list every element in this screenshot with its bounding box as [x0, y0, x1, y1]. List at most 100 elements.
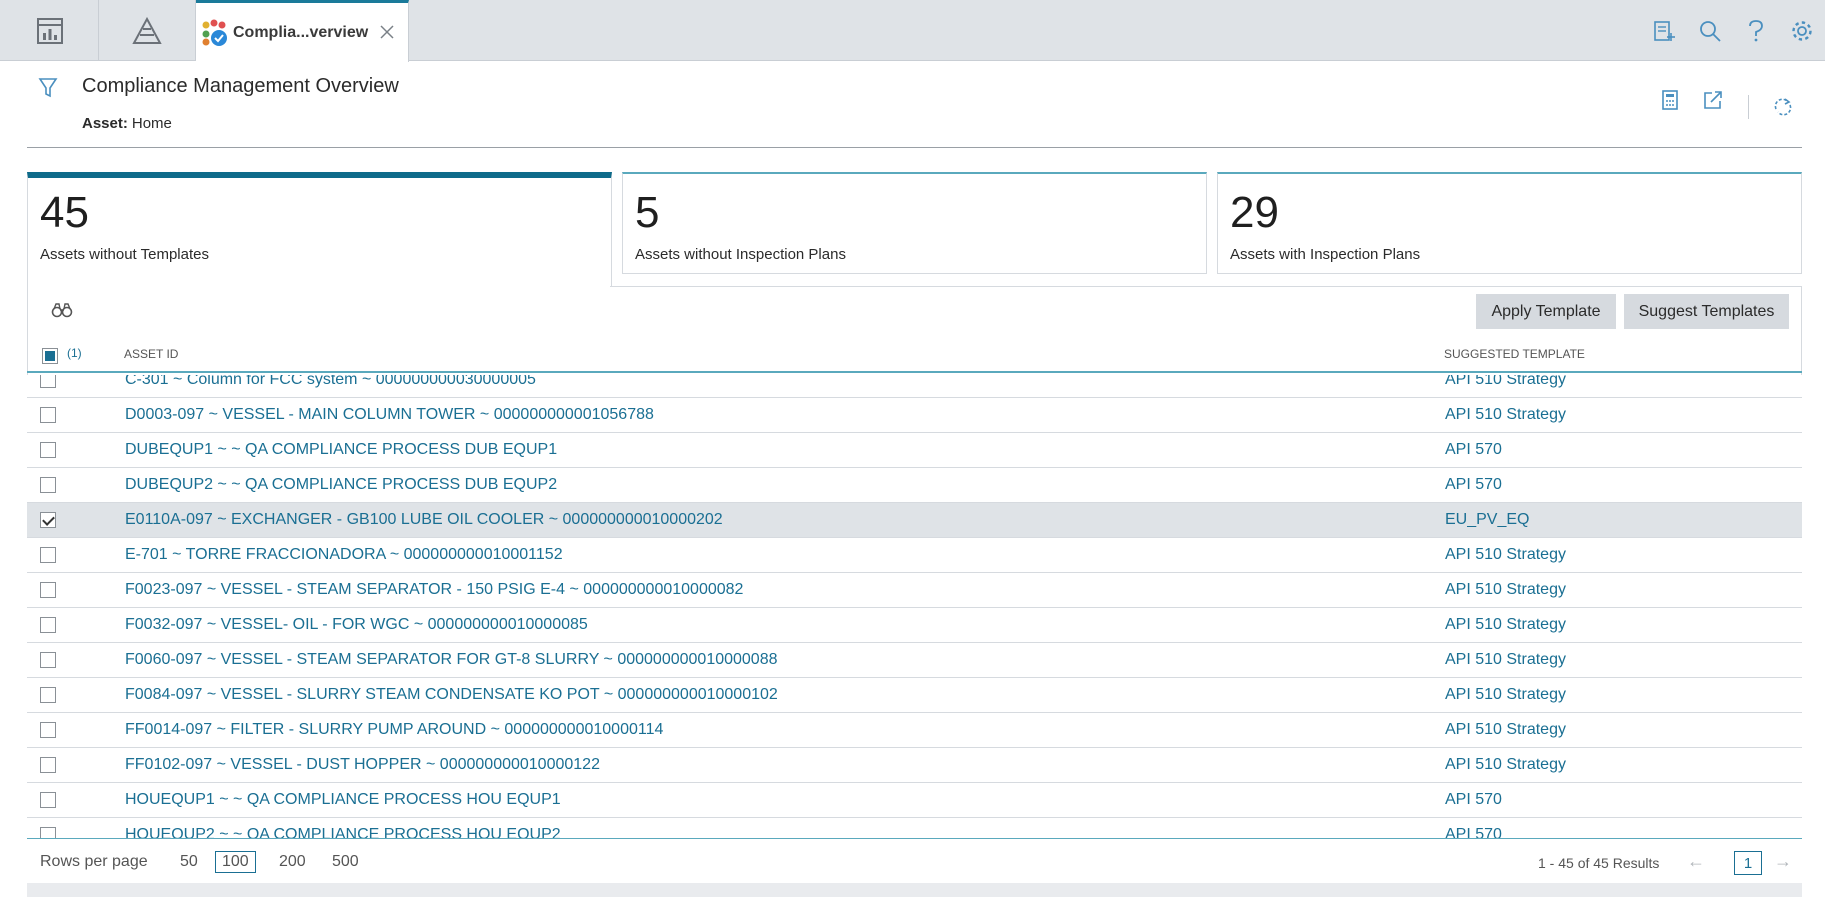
- row-checkbox[interactable]: [40, 617, 56, 633]
- suggested-template-link[interactable]: API 570: [1445, 476, 1502, 494]
- suggested-template-link[interactable]: API 510 Strategy: [1445, 375, 1566, 389]
- asset-value[interactable]: Home: [132, 115, 172, 132]
- asset-hierarchy-nav-button[interactable]: [99, 0, 196, 61]
- asset-id-link[interactable]: C-301 ~ Column for FCC system ~ 00000000…: [125, 375, 536, 389]
- asset-id-link[interactable]: DUBEQUP1 ~ ~ QA COMPLIANCE PROCESS DUB E…: [125, 441, 557, 459]
- column-header-asset-id[interactable]: ASSET ID: [124, 347, 178, 361]
- asset-id-link[interactable]: D0003-097 ~ VESSEL - MAIN COLUMN TOWER ~…: [125, 406, 654, 424]
- suggest-templates-button[interactable]: Suggest Templates: [1624, 294, 1789, 329]
- table-row[interactable]: FF0014-097 ~ FILTER - SLURRY PUMP AROUND…: [27, 713, 1802, 748]
- row-checkbox[interactable]: [40, 792, 56, 808]
- suggested-template-link[interactable]: API 510 Strategy: [1445, 686, 1566, 704]
- table-row[interactable]: FF0102-097 ~ VESSEL - DUST HOPPER ~ 0000…: [27, 748, 1802, 783]
- help-icon: [1749, 19, 1763, 41]
- asset-id-link[interactable]: E0110A-097 ~ EXCHANGER - GB100 LUBE OIL …: [125, 511, 723, 529]
- suggested-template-link[interactable]: API 570: [1445, 441, 1502, 459]
- table-row[interactable]: F0084-097 ~ VESSEL - SLURRY STEAM CONDEN…: [27, 678, 1802, 713]
- apply-template-button[interactable]: Apply Template: [1476, 294, 1616, 329]
- kpi-card-assets-with-inspection-plans[interactable]: 29 Assets with Inspection Plans: [1217, 172, 1802, 274]
- help-button[interactable]: [1733, 11, 1779, 51]
- suggested-template-link[interactable]: API 510 Strategy: [1445, 581, 1566, 599]
- asset-id-link[interactable]: FF0014-097 ~ FILTER - SLURRY PUMP AROUND…: [125, 721, 663, 739]
- asset-id-link[interactable]: HOUEQUP1 ~ ~ QA COMPLIANCE PROCESS HOU E…: [125, 791, 561, 809]
- suggested-template-link[interactable]: API 510 Strategy: [1445, 616, 1566, 634]
- column-header-suggested-template[interactable]: SUGGESTED TEMPLATE: [1444, 347, 1585, 361]
- row-checkbox[interactable]: [40, 827, 56, 838]
- prev-page-arrow-icon[interactable]: ←: [1687, 851, 1705, 872]
- rows-per-page-label: Rows per page: [40, 853, 148, 870]
- row-checkbox[interactable]: [40, 652, 56, 668]
- table-row[interactable]: E-701 ~ TORRE FRACCIONADORA ~ 0000000000…: [27, 538, 1802, 573]
- asset-id-link[interactable]: F0060-097 ~ VESSEL - STEAM SEPARATOR FOR…: [125, 651, 778, 669]
- rows-option-50[interactable]: 50: [180, 853, 198, 871]
- asset-id-link[interactable]: FF0102-097 ~ VESSEL - DUST HOPPER ~ 0000…: [125, 756, 600, 774]
- suggested-template-link[interactable]: API 510 Strategy: [1445, 756, 1566, 774]
- asset-id-link[interactable]: HOUEQUP2 ~ ~ QA COMPLIANCE PROCESS HOU E…: [125, 826, 561, 838]
- kpi-label: Assets with Inspection Plans: [1230, 246, 1421, 263]
- calculator-icon[interactable]: [1658, 88, 1682, 112]
- external-link-icon[interactable]: [1701, 88, 1725, 112]
- tab-label: Complia...verview: [233, 23, 369, 41]
- table-row[interactable]: F0060-097 ~ VESSEL - STEAM SEPARATOR FOR…: [27, 643, 1802, 678]
- gear-icon: [1792, 20, 1812, 41]
- page-title: Compliance Management Overview: [82, 75, 399, 97]
- row-checkbox[interactable]: [40, 407, 56, 423]
- row-checkbox[interactable]: [40, 442, 56, 458]
- filter-icon[interactable]: [38, 77, 58, 99]
- suggested-template-link[interactable]: API 570: [1445, 791, 1502, 809]
- search-icon: [1700, 20, 1721, 42]
- row-checkbox[interactable]: [40, 582, 56, 598]
- rows-option-200[interactable]: 200: [279, 853, 306, 871]
- row-checkbox[interactable]: [40, 477, 56, 493]
- suggested-template-link[interactable]: API 510 Strategy: [1445, 546, 1566, 564]
- suggested-template-link[interactable]: EU_PV_EQ: [1445, 511, 1529, 529]
- kpi-label: Assets without Inspection Plans: [635, 246, 846, 263]
- asset-id-link[interactable]: DUBEQUP2 ~ ~ QA COMPLIANCE PROCESS DUB E…: [125, 476, 557, 494]
- row-checkbox[interactable]: [40, 722, 56, 738]
- suggested-template-link[interactable]: API 510 Strategy: [1445, 406, 1566, 424]
- dashboard-icon: [37, 17, 63, 44]
- row-checkbox[interactable]: [40, 375, 56, 388]
- row-checkbox[interactable]: [40, 687, 56, 703]
- kpi-card-assets-without-inspection-plans[interactable]: 5 Assets without Inspection Plans: [622, 172, 1207, 274]
- table-row[interactable]: C-301 ~ Column for FCC system ~ 00000000…: [27, 375, 1802, 398]
- table-row[interactable]: HOUEQUP2 ~ ~ QA COMPLIANCE PROCESS HOU E…: [27, 818, 1802, 838]
- bottom-strip: [27, 883, 1802, 897]
- tab-compliance-overview[interactable]: Complia...verview: [196, 0, 409, 62]
- dashboard-nav-button[interactable]: [2, 0, 99, 61]
- asset-id-link[interactable]: E-701 ~ TORRE FRACCIONADORA ~ 0000000000…: [125, 546, 563, 564]
- row-checkbox[interactable]: [40, 512, 56, 528]
- close-icon[interactable]: [378, 23, 396, 41]
- row-checkbox[interactable]: [40, 757, 56, 773]
- refresh-icon[interactable]: [1771, 95, 1795, 119]
- table-row[interactable]: E0110A-097 ~ EXCHANGER - GB100 LUBE OIL …: [27, 503, 1802, 538]
- hierarchy-icon: [132, 16, 162, 44]
- new-document-button[interactable]: [1641, 11, 1687, 51]
- row-checkbox[interactable]: [40, 547, 56, 563]
- table-row[interactable]: F0032-097 ~ VESSEL- OIL - FOR WGC ~ 0000…: [27, 608, 1802, 643]
- settings-button[interactable]: [1779, 11, 1825, 51]
- select-all-checkbox[interactable]: [42, 348, 58, 364]
- suggested-template-link[interactable]: API 510 Strategy: [1445, 651, 1566, 669]
- asset-id-link[interactable]: F0032-097 ~ VESSEL- OIL - FOR WGC ~ 0000…: [125, 616, 588, 634]
- current-page[interactable]: 1: [1734, 851, 1762, 875]
- table-row[interactable]: D0003-097 ~ VESSEL - MAIN COLUMN TOWER ~…: [27, 398, 1802, 433]
- asset-id-link[interactable]: F0084-097 ~ VESSEL - SLURRY STEAM CONDEN…: [125, 686, 778, 704]
- table-row[interactable]: HOUEQUP1 ~ ~ QA COMPLIANCE PROCESS HOU E…: [27, 783, 1802, 818]
- asset-id-link[interactable]: F0023-097 ~ VESSEL - STEAM SEPARATOR - 1…: [125, 581, 743, 599]
- kpi-card-assets-without-templates[interactable]: 45 Assets without Templates: [27, 172, 612, 288]
- rows-option-500[interactable]: 500: [332, 853, 359, 871]
- kpi-value: 29: [1230, 188, 1279, 237]
- next-page-arrow-icon[interactable]: →: [1774, 851, 1792, 872]
- suggested-template-link[interactable]: API 510 Strategy: [1445, 721, 1566, 739]
- add-document-icon: [1654, 20, 1675, 41]
- table-row[interactable]: DUBEQUP2 ~ ~ QA COMPLIANCE PROCESS DUB E…: [27, 468, 1802, 503]
- table-row[interactable]: F0023-097 ~ VESSEL - STEAM SEPARATOR - 1…: [27, 573, 1802, 608]
- table-row[interactable]: DUBEQUP1 ~ ~ QA COMPLIANCE PROCESS DUB E…: [27, 433, 1802, 468]
- header-divider: [1748, 95, 1749, 119]
- binoculars-icon[interactable]: [51, 301, 73, 319]
- search-button[interactable]: [1687, 11, 1733, 51]
- grid-body: C-301 ~ Column for FCC system ~ 00000000…: [27, 375, 1802, 838]
- suggested-template-link[interactable]: API 570: [1445, 826, 1502, 838]
- rows-option-100[interactable]: 100: [215, 851, 256, 873]
